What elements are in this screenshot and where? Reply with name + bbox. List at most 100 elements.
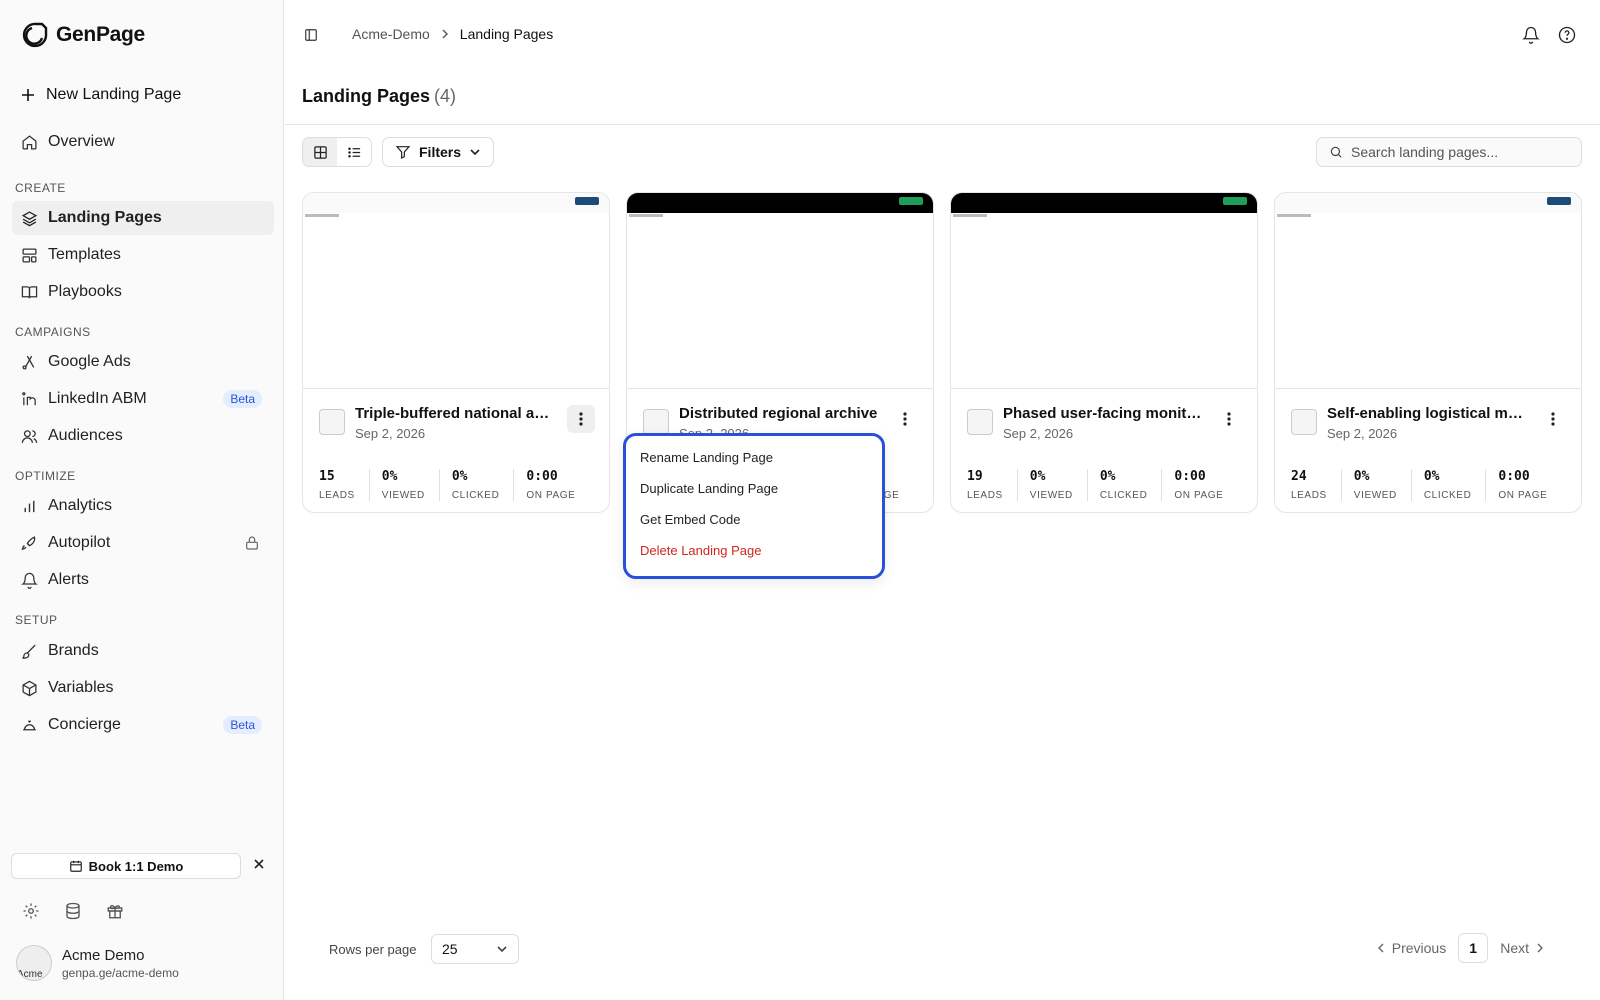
app-logo[interactable]: GenPage <box>20 20 145 50</box>
chevron-down-icon <box>497 946 507 953</box>
breadcrumb-current: Landing Pages <box>459 26 554 42</box>
pagination: Previous 1 Next <box>1376 933 1545 963</box>
menu-item-embed-code[interactable]: Get Embed Code <box>640 504 868 535</box>
account-name: Acme Demo <box>62 946 145 964</box>
toolbar: Filters <box>302 137 495 167</box>
page-preview[interactable] <box>303 193 609 389</box>
chevron-down-icon <box>470 149 480 156</box>
account-url: genpa.ge/acme-demo <box>62 965 179 980</box>
sidebar-item-playbooks[interactable]: Playbooks <box>12 275 274 309</box>
database-button[interactable] <box>64 902 82 920</box>
grid-icon <box>313 145 327 159</box>
calendar-icon <box>69 860 82 872</box>
sidebar-item-label: Templates <box>48 246 121 263</box>
card-stats: 24 LEADS 0% VIEWED 0% CLICKED 0:00 ON PAGE <box>1291 469 1548 501</box>
box-icon <box>21 680 37 696</box>
menu-item-delete[interactable]: Delete Landing Page <box>640 535 868 566</box>
account-switcher[interactable]: Acme Acme Demo genpa.ge/acme-demo <box>16 945 179 981</box>
gift-icon <box>107 904 123 919</box>
sidebar-item-analytics[interactable]: Analytics <box>12 489 274 523</box>
card-menu-button[interactable] <box>1539 405 1567 433</box>
card-date: Sep 2, 2026 <box>355 426 426 441</box>
search-icon <box>1330 146 1342 158</box>
sidebar-toggle-button[interactable] <box>304 28 318 42</box>
beta-badge: Beta <box>223 390 262 408</box>
breadcrumb-root[interactable]: Acme-Demo <box>352 26 430 42</box>
new-landing-page-button[interactable]: New Landing Page <box>20 86 181 104</box>
section-label-setup: SETUP <box>15 613 58 627</box>
help-circle-icon <box>1558 26 1576 44</box>
sidebar-item-label: Brands <box>48 642 99 659</box>
dismiss-demo-button[interactable] <box>253 858 265 870</box>
sidebar-item-audiences[interactable]: Audiences <box>12 419 274 453</box>
menu-item-duplicate[interactable]: Duplicate Landing Page <box>640 473 868 504</box>
landing-page-card[interactable]: Self-enabling logistical mo... Sep 2, 20… <box>1274 192 1582 513</box>
page-count: (4) <box>434 86 457 106</box>
page-preview[interactable] <box>1275 193 1581 389</box>
preview-cta <box>1223 197 1247 205</box>
sidebar-item-variables[interactable]: Variables <box>12 671 274 705</box>
card-title[interactable]: Phased user-facing monito... <box>1003 405 1203 422</box>
search-input[interactable] <box>1351 144 1561 160</box>
filters-button[interactable]: Filters <box>382 137 495 167</box>
book-demo-button[interactable]: Book 1:1 Demo <box>11 853 241 879</box>
sidebar-item-alerts[interactable]: Alerts <box>12 563 274 597</box>
sidebar-item-autopilot[interactable]: Autopilot <box>12 526 274 560</box>
rows-per-page-select[interactable]: 25 <box>431 934 519 964</box>
card-title[interactable]: Self-enabling logistical mo... <box>1327 405 1527 422</box>
preview-header <box>303 193 609 213</box>
card-title[interactable]: Triple-buffered national ad... <box>355 405 555 422</box>
view-toggle <box>302 137 372 167</box>
notifications-button[interactable] <box>1522 26 1540 44</box>
previous-page-button[interactable]: Previous <box>1376 940 1446 956</box>
card-menu-button[interactable] <box>567 405 595 433</box>
sidebar-item-landing-pages[interactable]: Landing Pages <box>12 201 274 235</box>
sidebar-item-linkedin-abm[interactable]: LinkedIn ABM Beta <box>12 382 274 416</box>
stat-clicked: 0% <box>1099 469 1116 484</box>
page-favicon <box>967 409 993 435</box>
linkedin-icon <box>21 391 36 405</box>
menu-item-rename[interactable]: Rename Landing Page <box>640 442 868 473</box>
rocket-icon <box>21 535 35 550</box>
sidebar-item-brands[interactable]: Brands <box>12 634 274 668</box>
bell-icon <box>20 572 38 589</box>
stat-on-page: 0:00 <box>526 469 558 484</box>
grid-view-button[interactable] <box>303 138 337 166</box>
sidebar-item-overview[interactable]: Overview <box>12 125 274 159</box>
page-number-button[interactable]: 1 <box>1458 933 1489 963</box>
landing-page-card[interactable]: Phased user-facing monito... Sep 2, 2026… <box>950 192 1258 513</box>
sidebar-item-google-ads[interactable]: Google Ads <box>12 345 274 379</box>
topbar: Acme-Demo Landing Pages <box>285 0 1600 68</box>
filter-icon <box>395 146 411 159</box>
gift-button[interactable] <box>106 902 124 920</box>
bar-chart-icon <box>24 500 34 512</box>
settings-button[interactable] <box>22 902 40 920</box>
page-preview[interactable] <box>951 193 1257 389</box>
more-vertical-icon <box>1227 412 1231 426</box>
card-menu-button[interactable] <box>1215 405 1243 433</box>
help-button[interactable] <box>1558 26 1576 44</box>
stat-on-page: 0:00 <box>1498 469 1530 484</box>
plus-icon <box>22 89 34 101</box>
stat-viewed: 0% <box>381 469 398 484</box>
preview-header <box>627 193 933 213</box>
landing-page-card[interactable]: Triple-buffered national ad... Sep 2, 20… <box>302 192 610 513</box>
sidebar-item-concierge[interactable]: Concierge Beta <box>12 708 274 742</box>
sidebar: GenPage New Landing Page Overview CREATE… <box>0 0 284 1000</box>
sidebar-item-templates[interactable]: Templates <box>12 238 274 272</box>
card-title[interactable]: Distributed regional archive <box>679 405 879 422</box>
database-icon <box>66 902 80 920</box>
more-vertical-icon <box>903 412 907 426</box>
card-menu-button[interactable] <box>891 405 919 433</box>
stat-leads: 19 <box>967 469 983 484</box>
filters-label: Filters <box>419 144 462 160</box>
next-page-button[interactable]: Next <box>1500 940 1545 956</box>
card-date: Sep 2, 2026 <box>1327 426 1398 441</box>
sidebar-item-label: Playbooks <box>48 283 122 300</box>
sidebar-item-label: Overview <box>48 133 115 150</box>
card-context-menu: Rename Landing Page Duplicate Landing Pa… <box>623 433 885 579</box>
chevron-right-icon <box>1537 943 1543 953</box>
list-view-button[interactable] <box>337 138 371 166</box>
preview-text <box>305 214 339 217</box>
page-preview[interactable] <box>627 193 933 389</box>
